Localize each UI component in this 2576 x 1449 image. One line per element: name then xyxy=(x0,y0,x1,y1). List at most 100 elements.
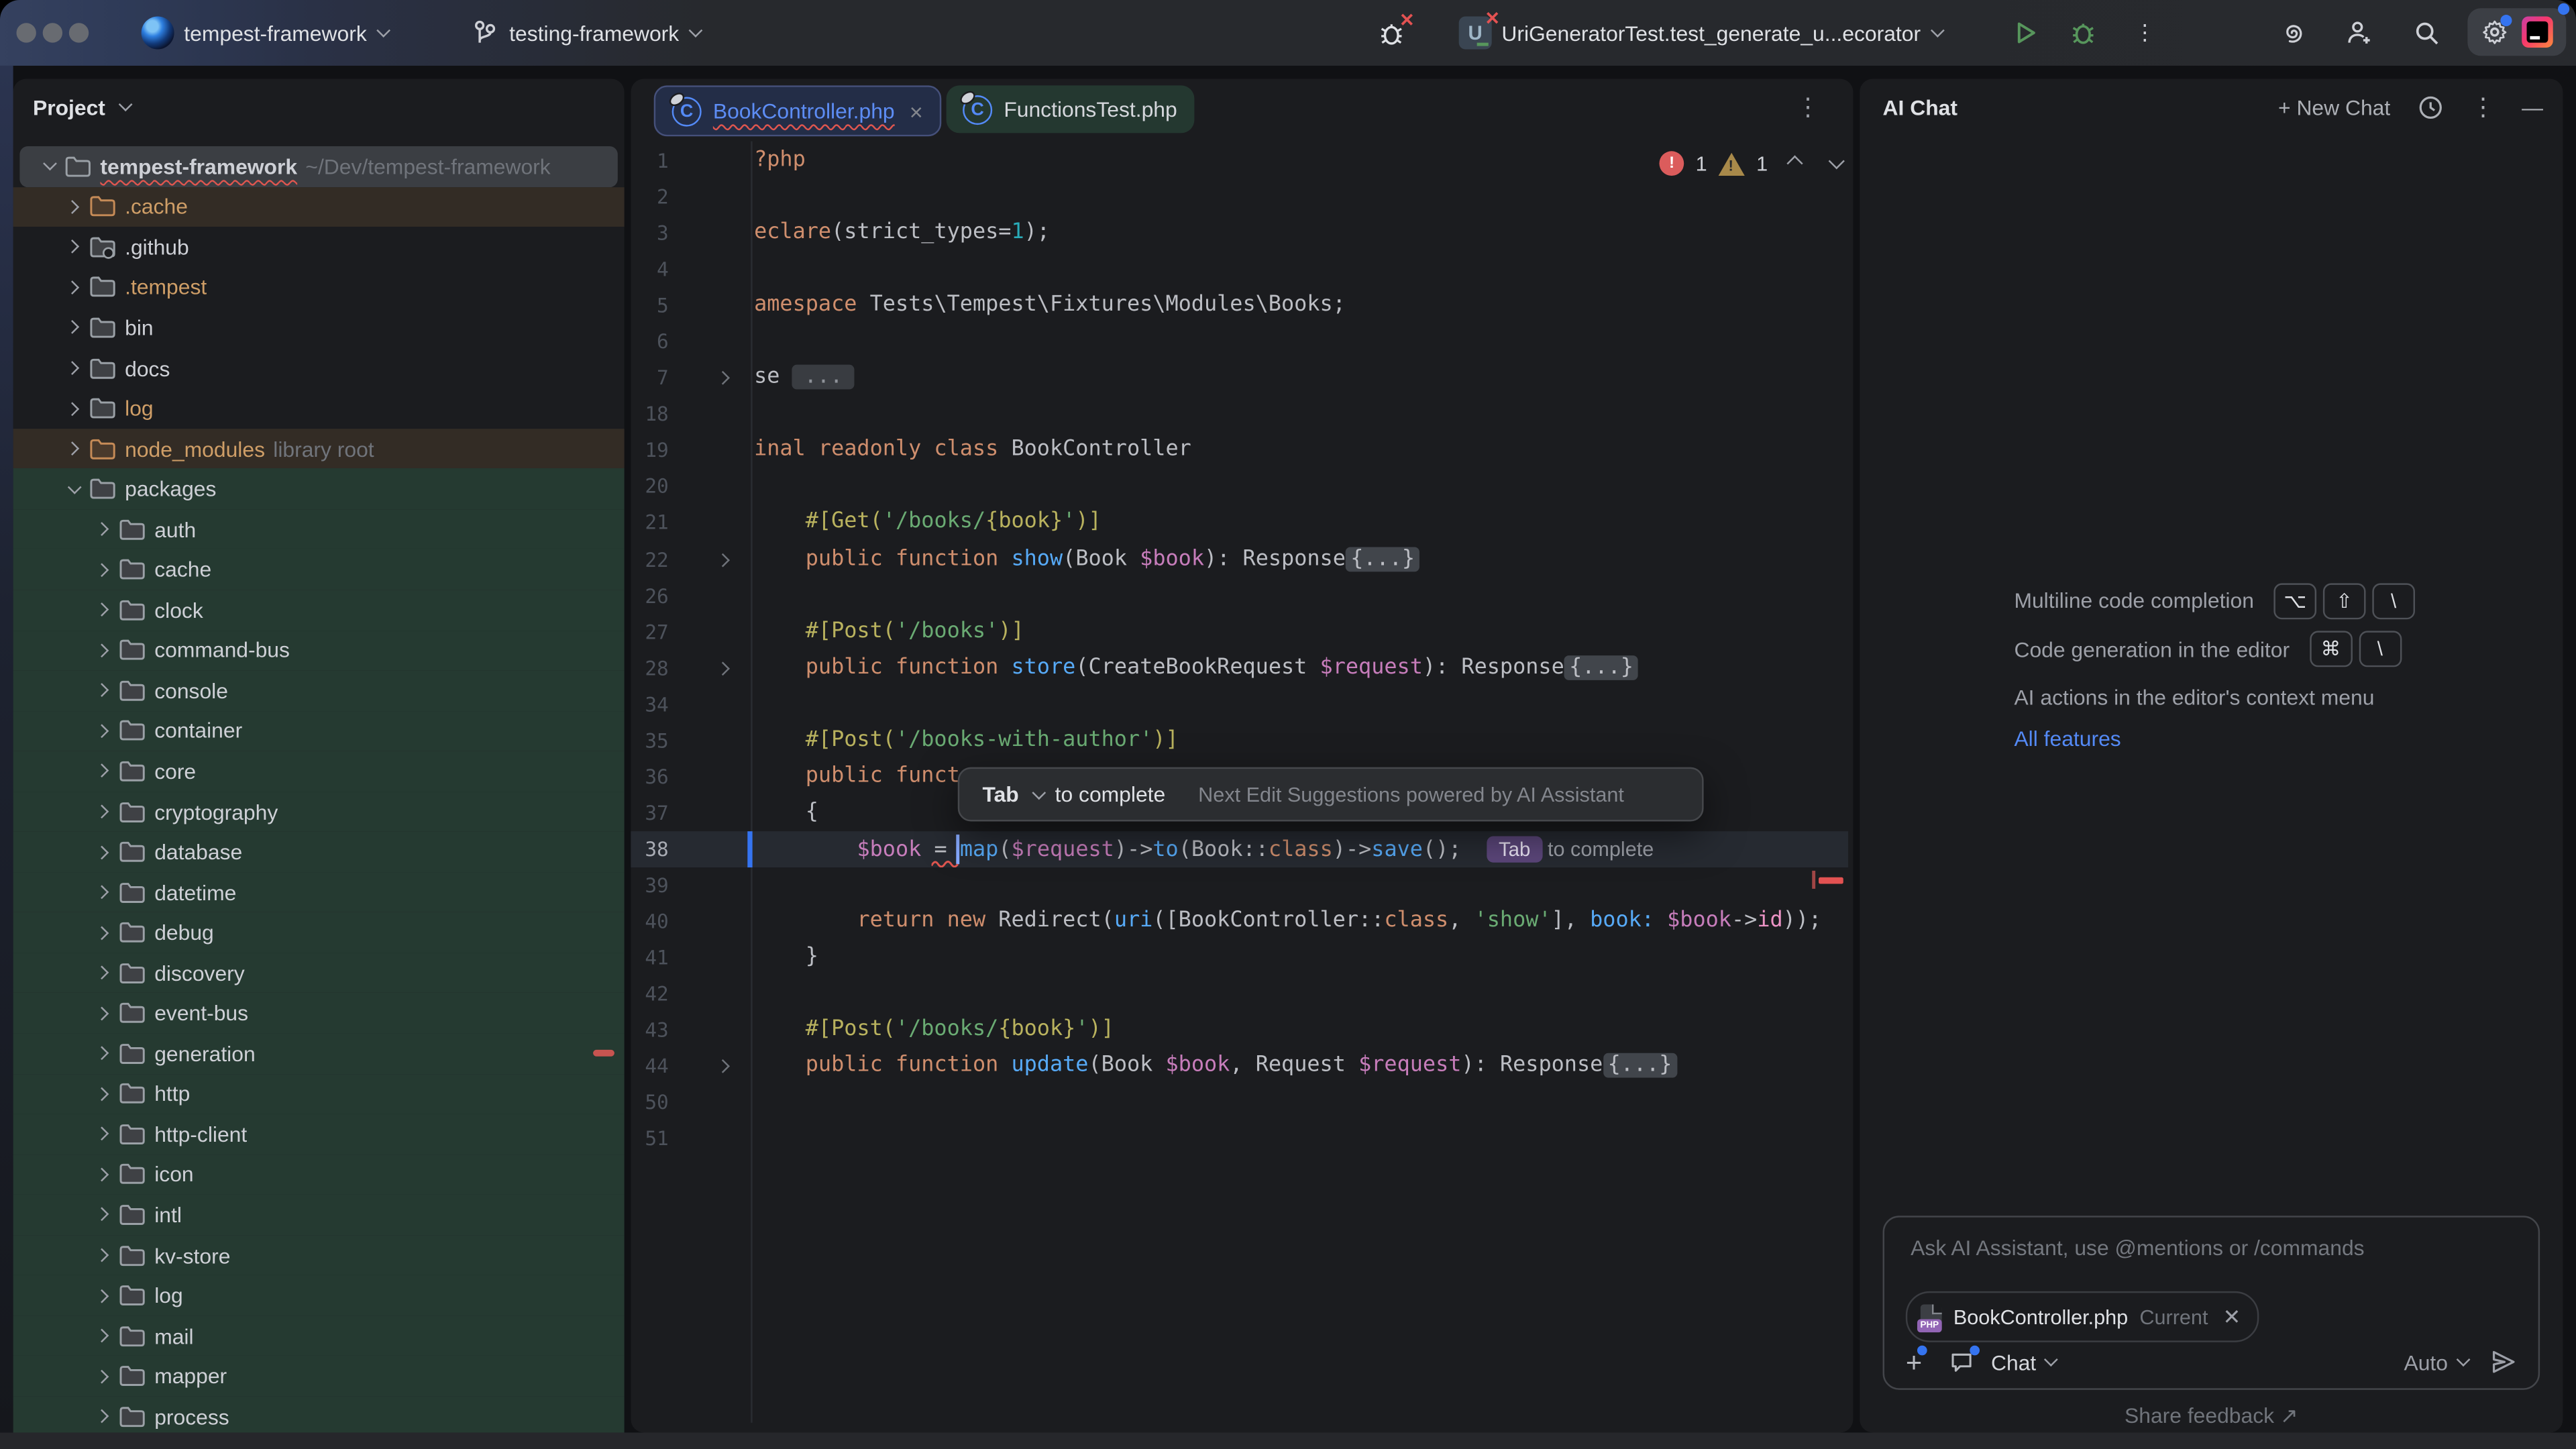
tree-item-database[interactable]: database xyxy=(13,832,625,872)
chevron-right-icon[interactable] xyxy=(95,845,109,859)
code-line-39[interactable]: 39 xyxy=(631,867,1848,904)
tree-item-datetime[interactable]: datetime xyxy=(13,872,625,912)
chevron-down-icon[interactable] xyxy=(43,157,57,171)
tree-item-cache[interactable]: cache xyxy=(13,549,625,590)
code-editor[interactable]: 1?php23eclare(strict_types=1);45amespace… xyxy=(631,143,1848,1157)
run-more-button[interactable]: ⋮ xyxy=(2134,0,2155,66)
line-number[interactable]: 18 xyxy=(631,396,668,433)
tree-item-discovery[interactable]: discovery xyxy=(13,953,625,993)
project-panel-header[interactable]: Project xyxy=(33,79,128,135)
tree-item-tempest-framework[interactable]: tempest-framework~/Dev/tempest-framework xyxy=(19,146,617,186)
chevron-right-icon[interactable] xyxy=(65,441,79,455)
chevron-right-icon[interactable] xyxy=(95,1208,109,1222)
code-line-43[interactable]: 43 #[Post('/books/{book}')] xyxy=(631,1012,1848,1049)
line-number[interactable]: 40 xyxy=(631,904,668,940)
line-number[interactable]: 21 xyxy=(631,505,668,541)
code-line-38[interactable]: 38 $book = map($request)->to(Book::class… xyxy=(631,831,1848,867)
code-line-7[interactable]: 7se ... xyxy=(631,360,1848,396)
failed-tests-indicator[interactable]: ✕ xyxy=(1377,0,1406,66)
line-number[interactable]: 20 xyxy=(631,469,668,505)
tree-item-bin[interactable]: bin xyxy=(13,307,625,347)
tree-item-http-client[interactable]: http-client xyxy=(13,1114,625,1155)
ide-logo-icon[interactable] xyxy=(2522,16,2553,48)
tree-item-mapper[interactable]: mapper xyxy=(13,1356,625,1396)
chevron-right-icon[interactable] xyxy=(95,1409,109,1424)
run-button[interactable] xyxy=(2011,0,2041,66)
code-line-21[interactable]: 21 #[Get('/books/{book}')] xyxy=(631,505,1848,541)
fold-arrow-icon[interactable] xyxy=(718,541,728,578)
line-number[interactable]: 1 xyxy=(631,143,668,179)
line-number[interactable]: 3 xyxy=(631,215,668,252)
code-line-27[interactable]: 27 #[Post('/books')] xyxy=(631,614,1848,650)
chevron-right-icon[interactable] xyxy=(65,200,79,214)
chevron-right-icon[interactable] xyxy=(95,1087,109,1101)
tab-bookcontroller[interactable]: C BookController.php × xyxy=(654,85,941,136)
code-line-40[interactable]: 40 return new Redirect(uri([BookControll… xyxy=(631,904,1848,940)
code-line-44[interactable]: 44 public function update(Book $book, Re… xyxy=(631,1049,1848,1085)
line-number[interactable]: 39 xyxy=(631,867,668,904)
chevron-right-icon[interactable] xyxy=(95,643,109,657)
search-everywhere-button[interactable] xyxy=(2412,0,2441,66)
line-number[interactable]: 34 xyxy=(631,686,668,722)
code-line-34[interactable]: 34 xyxy=(631,686,1848,722)
code-line-50[interactable]: 50 xyxy=(631,1085,1848,1121)
tree-item-container[interactable]: container xyxy=(13,711,625,751)
tree-item-nodemodules[interactable]: node_moduleslibrary root xyxy=(13,429,625,469)
history-clock-icon[interactable] xyxy=(2416,93,2445,121)
chevron-right-icon[interactable] xyxy=(95,764,109,778)
tree-item-cryptography[interactable]: cryptography xyxy=(13,792,625,832)
line-number[interactable]: 51 xyxy=(631,1121,668,1157)
chevron-right-icon[interactable] xyxy=(65,240,79,254)
tab-functionstest[interactable]: C FunctionsTest.php xyxy=(947,85,1194,133)
chevron-right-icon[interactable] xyxy=(95,724,109,738)
code-line-35[interactable]: 35 #[Post('/books-with-author')] xyxy=(631,722,1848,759)
window-minimize-button[interactable] xyxy=(43,23,62,42)
tree-item-clock[interactable]: clock xyxy=(13,590,625,630)
line-number[interactable]: 22 xyxy=(631,541,668,578)
line-number[interactable]: 43 xyxy=(631,1012,668,1049)
code-line-41[interactable]: 41 } xyxy=(631,940,1848,976)
line-number[interactable]: 4 xyxy=(631,252,668,288)
tree-item-log[interactable]: log xyxy=(13,388,625,429)
chat-mode-selector[interactable] xyxy=(1948,1349,1974,1375)
tree-item-mail[interactable]: mail xyxy=(13,1316,625,1356)
tree-item-docs[interactable]: docs xyxy=(13,348,625,388)
code-line-22[interactable]: 22 public function show(Book $book): Res… xyxy=(631,541,1848,578)
code-line-19[interactable]: 19inal readonly class BookController xyxy=(631,433,1848,469)
tree-item-event-bus[interactable]: event-bus xyxy=(13,993,625,1033)
tree-item-auth[interactable]: auth xyxy=(13,509,625,549)
code-line-1[interactable]: 1?php xyxy=(631,143,1848,179)
chat-mode-label-wrap[interactable]: Chat xyxy=(1991,1350,2054,1375)
chevron-right-icon[interactable] xyxy=(95,1127,109,1141)
code-line-18[interactable]: 18 xyxy=(631,396,1848,433)
chevron-right-icon[interactable] xyxy=(95,603,109,617)
send-button[interactable] xyxy=(2489,1347,2518,1377)
chevron-right-icon[interactable] xyxy=(95,885,109,900)
tree-item-cache[interactable]: .cache xyxy=(13,186,625,227)
chevron-right-icon[interactable] xyxy=(65,401,79,415)
code-line-20[interactable]: 20 xyxy=(631,469,1848,505)
line-number[interactable]: 42 xyxy=(631,976,668,1012)
model-selector[interactable]: Auto xyxy=(2404,1350,2465,1375)
all-features-link[interactable]: All features xyxy=(2014,726,2121,751)
fold-arrow-icon[interactable] xyxy=(718,1049,728,1085)
tree-item-process[interactable]: process xyxy=(13,1397,625,1437)
error-stripe-mark[interactable] xyxy=(1819,877,1843,884)
code-line-3[interactable]: 3eclare(strict_types=1); xyxy=(631,215,1848,252)
chevron-right-icon[interactable] xyxy=(95,966,109,980)
line-number[interactable]: 26 xyxy=(631,578,668,614)
chevron-right-icon[interactable] xyxy=(95,1167,109,1181)
tree-item-console[interactable]: console xyxy=(13,670,625,710)
tab-options-button[interactable]: ⋮ xyxy=(1796,92,1821,121)
chevron-right-icon[interactable] xyxy=(95,1248,109,1263)
chevron-down-icon[interactable] xyxy=(68,480,82,494)
project-selector[interactable]: tempest-framework xyxy=(142,0,387,66)
window-zoom-button[interactable] xyxy=(69,23,89,42)
line-number[interactable]: 2 xyxy=(631,179,668,215)
line-number[interactable]: 28 xyxy=(631,650,668,686)
window-close-button[interactable] xyxy=(16,23,36,42)
line-number[interactable]: 41 xyxy=(631,940,668,976)
code-line-2[interactable]: 2 xyxy=(631,179,1848,215)
new-chat-button[interactable]: + New Chat xyxy=(2278,95,2390,119)
attach-button[interactable]: + xyxy=(1906,1348,1922,1376)
